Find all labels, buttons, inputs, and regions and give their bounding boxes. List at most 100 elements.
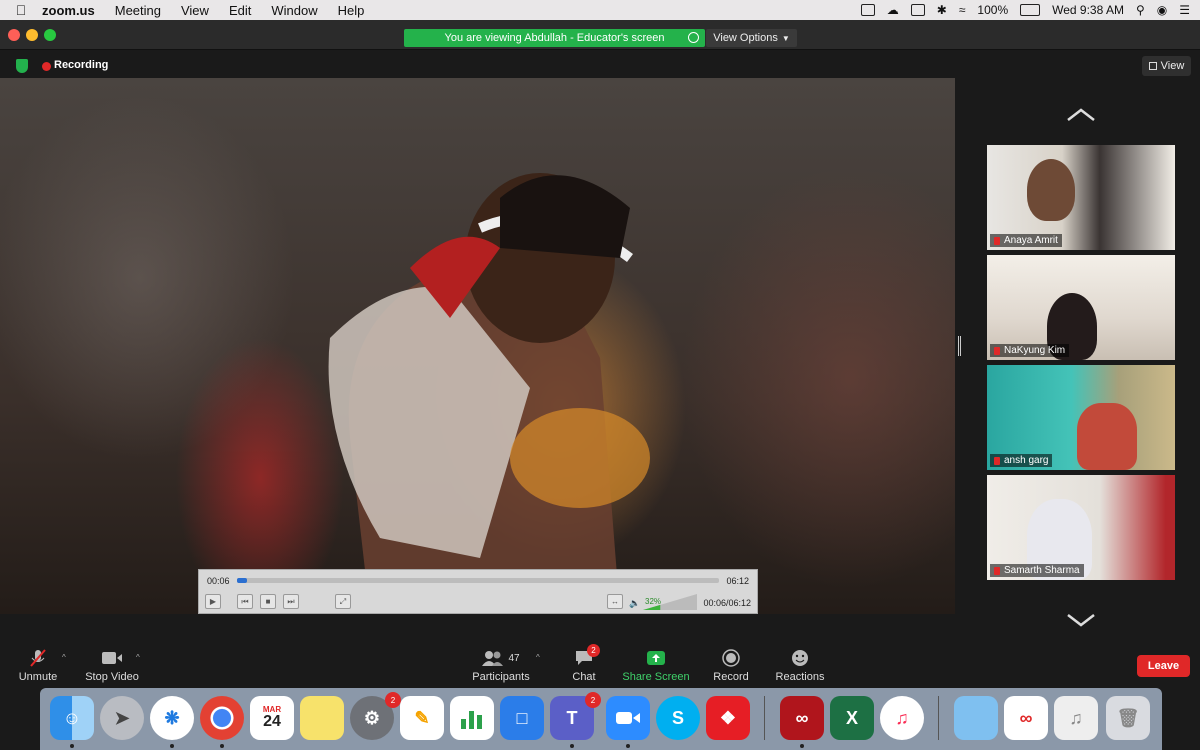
teams-badge: 2: [585, 692, 601, 708]
finder-icon[interactable]: ☺: [50, 696, 94, 740]
music-icon[interactable]: ♫: [880, 696, 924, 740]
wifi-icon[interactable]: ≈: [959, 3, 966, 17]
participant-tile[interactable]: NaKyung Kim: [987, 255, 1175, 360]
zoom-status-icon[interactable]: [910, 4, 925, 16]
apple-icon[interactable]: : [0, 2, 42, 18]
menu-help[interactable]: Help: [338, 3, 365, 18]
fullscreen-window-button[interactable]: [44, 29, 56, 41]
leave-button[interactable]: Leave: [1137, 655, 1190, 677]
chrome-icon[interactable]: [200, 696, 244, 740]
chevron-down-icon: ▼: [781, 33, 790, 43]
menu-meeting[interactable]: Meeting: [115, 3, 161, 18]
audio-options-caret[interactable]: ^: [62, 653, 66, 662]
menubar-status-area: ☁ ✱ ≈ 100% Wed 9:38 AM ⚲ ◉ ☰: [860, 0, 1190, 20]
participant-name: ansh garg: [990, 454, 1053, 467]
clock[interactable]: Wed 9:38 AM: [1052, 3, 1124, 17]
participant-tile[interactable]: Samarth Sharma: [987, 475, 1175, 580]
notification-center-icon[interactable]: ☰: [1179, 3, 1190, 17]
dock-separator: [938, 696, 939, 740]
record-icon: [710, 649, 752, 667]
trash-icon[interactable]: 🗑: [1106, 696, 1150, 740]
close-window-button[interactable]: [8, 29, 20, 41]
downloads-folder-icon[interactable]: [954, 696, 998, 740]
view-options-button[interactable]: View Options ▼: [706, 29, 797, 47]
record-button[interactable]: Record: [710, 649, 752, 683]
share-status-icon[interactable]: [688, 32, 699, 43]
keynote-icon[interactable]: □: [500, 696, 544, 740]
participants-count: 47: [508, 652, 520, 664]
audio-file-icon[interactable]: ♫: [1054, 696, 1098, 740]
stretch-icon[interactable]: ↔: [607, 594, 623, 609]
pdf-document-icon[interactable]: ∞: [1004, 696, 1048, 740]
share-screen-button[interactable]: Share Screen: [622, 649, 690, 683]
reactions-label: Reactions: [775, 671, 825, 683]
spotlight-search-icon[interactable]: ⚲: [1136, 3, 1145, 17]
participant-video: [1077, 403, 1137, 470]
running-indicator: [570, 744, 574, 748]
video-performer-figure: [328, 173, 650, 614]
launchpad-icon[interactable]: ➤: [100, 696, 144, 740]
unmute-label: Unmute: [18, 671, 58, 683]
unmute-button[interactable]: Unmute: [14, 649, 62, 683]
video-camera-icon: [82, 649, 142, 667]
next-icon[interactable]: ⏭: [283, 594, 299, 609]
calendar-icon[interactable]: MAR 24: [250, 696, 294, 740]
seek-bar-fill: [237, 578, 247, 583]
zoom-icon[interactable]: [606, 696, 650, 740]
play-button[interactable]: ▶: [205, 594, 221, 609]
stickies-icon[interactable]: [300, 696, 344, 740]
stop-icon[interactable]: ■: [260, 594, 276, 609]
view-label: View: [1160, 60, 1185, 72]
skype-icon[interactable]: S: [656, 696, 700, 740]
video-player-controls: 00:06 06:12 ▶ ⏮ ■ ⏭ ⤢ ↔ 🔈 32% 00:06/06:1…: [198, 569, 758, 614]
excel-icon[interactable]: X: [830, 696, 874, 740]
encryption-shield-icon[interactable]: [16, 59, 28, 73]
recording-label[interactable]: Recording: [54, 59, 108, 71]
participant-name: Samarth Sharma: [990, 564, 1084, 577]
view-options-label: View Options: [713, 32, 778, 44]
screen-record-icon[interactable]: [860, 4, 875, 16]
anydesk-icon[interactable]: ❖: [706, 696, 750, 740]
position-readout: 00:06/06:12: [703, 598, 751, 608]
running-indicator: [70, 744, 74, 748]
bluetooth-icon[interactable]: ✱: [937, 3, 947, 17]
fullscreen-icon[interactable]: ⤢: [335, 594, 351, 609]
screen-share-banner: You are viewing Abdullah - Educator's sc…: [404, 29, 705, 47]
siri-icon[interactable]: ◉: [1157, 3, 1167, 17]
battery-icon[interactable]: [1020, 4, 1041, 16]
cloud-icon[interactable]: ☁: [887, 3, 899, 17]
chat-unread-badge: 2: [587, 644, 600, 657]
elapsed-time: 00:06: [207, 576, 230, 586]
stop-video-button[interactable]: Stop Video: [82, 649, 142, 683]
pages-icon[interactable]: ✎: [400, 696, 444, 740]
shared-screen[interactable]: 00:06 06:12 ▶ ⏮ ■ ⏭ ⤢ ↔ 🔈 32% 00:06/06:1…: [0, 78, 955, 614]
video-options-caret[interactable]: ^: [136, 653, 140, 662]
participants-button[interactable]: 47 Participants: [470, 649, 532, 683]
acrobat-icon[interactable]: ∞: [780, 696, 824, 740]
volume-level: 32%: [645, 597, 662, 606]
view-layout-button[interactable]: View: [1142, 56, 1191, 76]
panel-splitter-handle[interactable]: [958, 336, 961, 356]
menu-window[interactable]: Window: [271, 3, 317, 18]
numbers-icon[interactable]: [450, 696, 494, 740]
menu-edit[interactable]: Edit: [229, 3, 251, 18]
speaker-icon[interactable]: 🔈: [629, 598, 640, 609]
safari-icon[interactable]: ❋: [150, 696, 194, 740]
teams-label: T: [566, 707, 578, 728]
participants-label: Participants: [472, 671, 530, 683]
participant-video: [1027, 159, 1075, 221]
macos-menubar:  zoom.us Meeting View Edit Window Help …: [0, 0, 1200, 20]
participant-tile[interactable]: ansh garg: [987, 365, 1175, 470]
minimize-window-button[interactable]: [26, 29, 38, 41]
seek-bar[interactable]: [237, 578, 719, 583]
chevron-up-icon[interactable]: [1066, 108, 1096, 122]
menu-view[interactable]: View: [181, 3, 209, 18]
menu-app-name[interactable]: zoom.us: [42, 3, 95, 18]
reactions-button[interactable]: Reactions: [774, 649, 826, 683]
battery-percent[interactable]: 100%: [977, 3, 1008, 17]
participant-tile[interactable]: Anaya Amrit: [987, 145, 1175, 250]
participants-options-caret[interactable]: ^: [536, 653, 540, 662]
previous-icon[interactable]: ⏮: [237, 594, 253, 609]
preferences-badge: 2: [385, 692, 401, 708]
chevron-down-icon[interactable]: [1066, 613, 1096, 627]
